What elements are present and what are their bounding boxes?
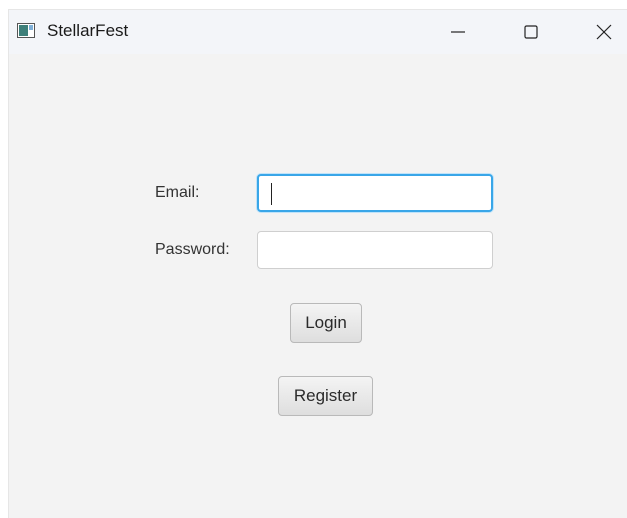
app-icon xyxy=(17,23,35,38)
minimize-icon xyxy=(451,31,465,33)
maximize-button[interactable] xyxy=(508,10,554,54)
email-field[interactable] xyxy=(257,174,493,212)
password-label: Password: xyxy=(155,241,230,258)
register-button[interactable]: Register xyxy=(278,376,373,416)
email-label: Email: xyxy=(155,184,200,201)
password-field[interactable] xyxy=(257,231,493,269)
maximize-icon xyxy=(524,25,538,39)
close-button[interactable] xyxy=(581,10,627,54)
login-button[interactable]: Login xyxy=(290,303,362,343)
app-window: StellarFest Email: Password: Login Regis… xyxy=(9,10,627,518)
window-title: StellarFest xyxy=(47,21,129,40)
close-icon xyxy=(596,24,612,40)
text-caret xyxy=(271,183,272,205)
minimize-button[interactable] xyxy=(435,10,481,54)
title-bar[interactable]: StellarFest xyxy=(9,10,627,54)
